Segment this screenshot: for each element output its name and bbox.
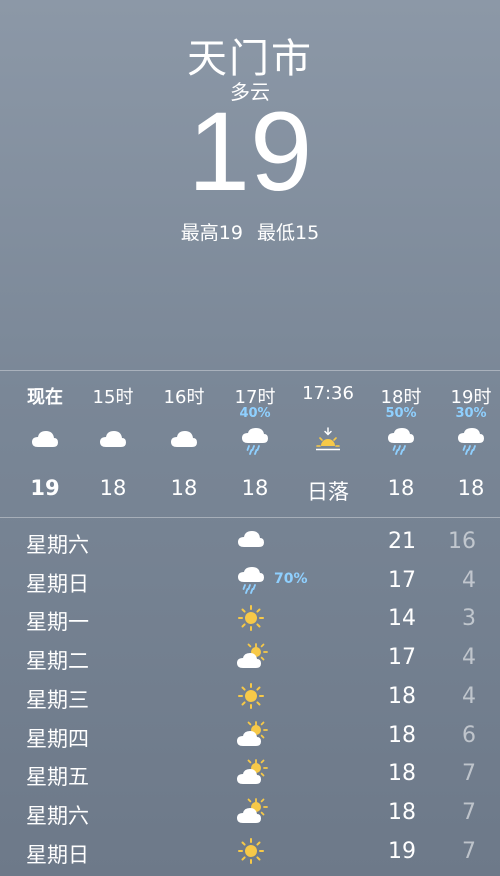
day-low: 4 (462, 683, 476, 709)
daily-row: 星期六 18 7 (0, 793, 500, 831)
hourly-item: 17时 40% 18 (220, 371, 290, 517)
hour-temp: 日落 (307, 480, 349, 504)
day-low: 7 (462, 761, 476, 787)
daily-row: 星期六 21 16 (0, 522, 500, 560)
high-temp: 最高19 (180, 222, 243, 244)
hourly-item: 17:36 日落 (293, 371, 363, 517)
hour-time: 16时 (163, 387, 205, 408)
cloud-icon (169, 427, 199, 453)
hour-time: 现在 (27, 387, 63, 408)
day-name: 星期日 (26, 571, 89, 596)
hour-time: 17:36 (302, 383, 354, 404)
cloud-rain-icon (386, 427, 416, 455)
day-high: 18 (388, 683, 416, 709)
daily-row: 星期日 19 7 (0, 832, 500, 870)
hourly-forecast[interactable]: 现在 19 15时 18 16时 18 17时 40% 18 17:36 日落 18时 50% 18 19时… (0, 370, 500, 518)
low-temp: 最低15 (257, 222, 320, 244)
day-low: 4 (462, 645, 476, 671)
day-high: 14 (388, 606, 416, 632)
hour-temp: 18 (99, 476, 127, 500)
precip-chance: 40% (239, 406, 271, 421)
hourly-item: 19时 30% 18 (436, 371, 500, 517)
hourly-item: 16时 18 (149, 371, 219, 517)
sunset-icon (313, 427, 343, 453)
day-name: 星期日 (26, 842, 89, 867)
day-high: 18 (388, 761, 416, 787)
hourly-item: 现在 19 (10, 371, 80, 517)
cloud-rain-icon (456, 427, 486, 455)
sun-icon (236, 604, 266, 632)
sun-icon (236, 682, 266, 710)
hour-temp: 19 (30, 476, 60, 500)
day-name: 星期一 (26, 610, 89, 635)
hour-temp: 18 (170, 476, 198, 500)
day-name: 星期二 (26, 649, 89, 674)
daily-row: 星期日 70% 17 4 (0, 561, 500, 599)
day-high: 17 (388, 645, 416, 671)
hour-temp: 18 (241, 476, 269, 500)
hourly-item: 18时 50% 18 (366, 371, 436, 517)
day-high: 18 (388, 799, 416, 825)
day-name: 星期六 (26, 533, 89, 557)
day-low: 4 (462, 567, 476, 593)
day-name: 星期五 (26, 765, 89, 790)
partly-cloudy-icon (236, 720, 268, 749)
daily-row: 星期三 18 4 (0, 677, 500, 715)
hourly-item: 15时 18 (78, 371, 148, 517)
daily-row: 星期四 18 6 (0, 716, 500, 754)
cloud-rain-icon (236, 566, 266, 594)
cloud-rain-icon (240, 427, 270, 455)
partly-cloudy-icon (236, 643, 268, 671)
day-high: 19 (388, 838, 416, 864)
day-low: 6 (462, 722, 476, 748)
hour-time: 15时 (92, 387, 134, 408)
day-name: 星期四 (26, 726, 89, 751)
day-low: 7 (462, 799, 476, 825)
day-high: 17 (388, 567, 416, 593)
hour-temp: 18 (387, 476, 415, 500)
hour-temp: 18 (457, 476, 485, 500)
day-low: 16 (448, 529, 476, 554)
day-name: 星期六 (26, 803, 89, 828)
cloud-icon (98, 427, 128, 453)
daily-row: 星期二 17 4 (0, 638, 500, 676)
precip-chance: 70% (274, 570, 308, 587)
daily-row: 星期五 18 7 (0, 754, 500, 792)
sun-icon (236, 837, 266, 865)
day-low: 7 (462, 838, 476, 864)
daily-row: 星期一 14 3 (0, 599, 500, 637)
high-low: 最高19 最低15 (0, 218, 500, 245)
precip-chance: 50% (385, 406, 417, 421)
cloud-icon (236, 527, 266, 555)
partly-cloudy-icon (236, 797, 268, 826)
precip-chance: 30% (455, 406, 487, 421)
day-high: 21 (388, 529, 416, 554)
day-high: 18 (388, 722, 416, 748)
current-temperature: 19 (187, 89, 313, 214)
day-name: 星期三 (26, 687, 89, 712)
partly-cloudy-icon (236, 759, 268, 787)
cloud-icon (30, 427, 60, 453)
day-low: 3 (462, 606, 476, 632)
